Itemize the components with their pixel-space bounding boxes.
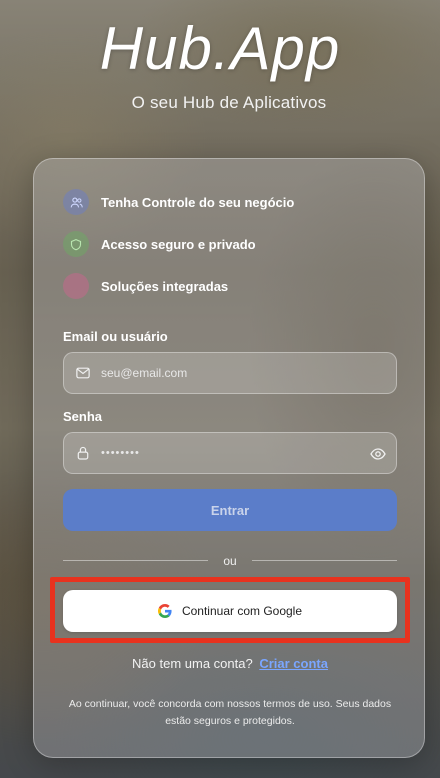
feature-item-security: Acesso seguro e privado: [63, 231, 256, 257]
feature-item-integrations: Soluções integradas: [63, 273, 228, 299]
mail-icon: [75, 365, 91, 381]
puzzle-icon: [63, 273, 89, 299]
feature-item-control: Tenha Controle do seu negócio: [63, 189, 294, 215]
users-icon: [63, 189, 89, 215]
divider-text: ou: [223, 554, 237, 568]
signup-text: Não tem uma conta?: [132, 656, 253, 671]
shield-icon: [63, 231, 89, 257]
email-field[interactable]: seu@email.com: [63, 352, 397, 394]
login-card: Tenha Controle do seu negócio Acesso seg…: [33, 158, 425, 758]
password-value: ••••••••: [101, 447, 140, 459]
feature-label: Acesso seguro e privado: [101, 236, 256, 252]
divider-line-right: [252, 560, 397, 561]
app-logo: Hub.App: [99, 15, 341, 82]
create-account-link[interactable]: Criar conta: [259, 656, 328, 671]
signup-prompt: Não tem uma conta? Criar conta: [34, 656, 426, 671]
feature-label: Tenha Controle do seu negócio: [101, 194, 295, 210]
eye-icon[interactable]: [370, 446, 386, 462]
terms-text: Ao continuar, você concorda com nossos t…: [68, 698, 392, 727]
email-label: Email ou usuário: [63, 329, 168, 344]
email-placeholder: seu@email.com: [101, 366, 188, 380]
feature-label: Soluções integradas: [101, 278, 229, 294]
lock-icon: [75, 445, 91, 461]
password-field[interactable]: ••••••••: [63, 432, 397, 474]
google-signin-button[interactable]: Continuar com Google: [63, 590, 397, 632]
google-button-label: Continuar com Google: [181, 604, 303, 618]
password-label: Senha: [63, 409, 103, 424]
google-icon: [157, 604, 172, 618]
submit-button[interactable]: Entrar: [63, 489, 397, 531]
tagline: O seu Hub de Aplicativos: [131, 93, 327, 112]
